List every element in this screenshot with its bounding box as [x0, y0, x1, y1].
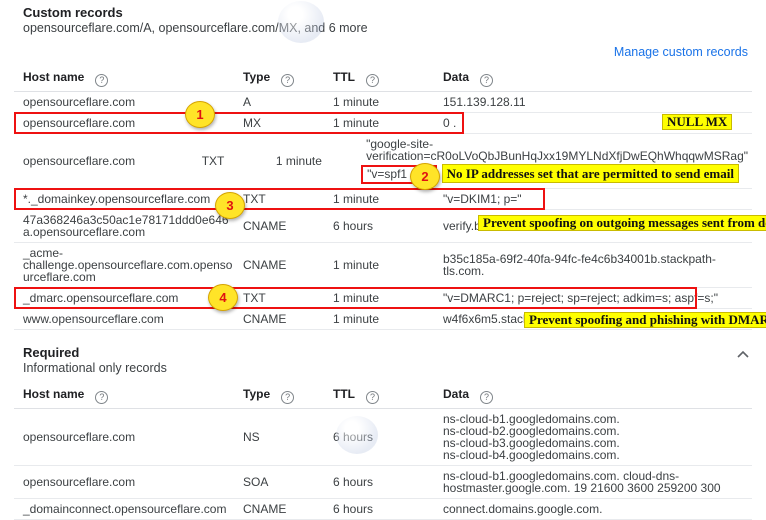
callout-marker-2: 2 — [410, 163, 440, 190]
data-cell: b35c185a-69f2-40fa-94fc-fe4c6b34001b.sta… — [434, 253, 752, 277]
host-cell: _acme-challenge.opensourceflare.com.open… — [14, 247, 234, 283]
custom-table-header-row: Host name? Type? TTL? Data? — [14, 66, 752, 92]
type-cell: TXT — [234, 193, 324, 205]
ttl-cell: 6 hours — [324, 220, 434, 232]
table-row-dmarc-record: 4 _dmarc.opensourceflare.com TXT 1 minut… — [14, 288, 752, 309]
data-cell: "v=DMARC1; p=reject; sp=reject; adkim=s;… — [434, 292, 752, 304]
host-cell: _dmarc.opensourceflare.com — [14, 292, 234, 304]
data-cell: ns-cloud-b1.googledomains.com. ns-cloud-… — [434, 413, 752, 461]
dkim-note-highlight: Prevent spoofing on outgoing messages se… — [478, 215, 766, 231]
ns-value: ns-cloud-b4.googledomains.com. — [443, 449, 748, 461]
data-cell: "v=DKIM1; p=" — [434, 193, 752, 205]
section-title: Custom records — [23, 5, 748, 21]
section-subtitle: Informational only records — [23, 361, 748, 376]
host-cell: *._domainkey.opensourceflare.com — [14, 193, 234, 205]
txt-verification-value: "google-site-verification=cR0oLVoQbJBunH… — [366, 138, 748, 162]
column-header-host-name: Host name? — [14, 71, 234, 87]
column-header-data: Data? — [434, 388, 752, 404]
ttl-cell: 6 hours — [324, 431, 434, 443]
type-cell: CNAME — [234, 503, 324, 515]
manage-link-row: Manage custom records — [0, 36, 766, 66]
type-cell: A — [234, 96, 324, 108]
column-header-type: Type? — [234, 70, 324, 87]
ttl-cell: 1 minute — [324, 259, 434, 271]
data-cell: connect.domains.google.com. — [434, 503, 752, 515]
spf-note-highlight: No IP addresses set that are permitted t… — [442, 164, 739, 183]
data-cell: ns-cloud-b1.googledomains.com. cloud-dns… — [434, 470, 752, 494]
type-cell: TXT — [234, 292, 324, 304]
required-table-header-row: Host name? Type? TTL? Data? — [14, 383, 752, 409]
column-header-ttl: TTL? — [324, 387, 434, 404]
callout-marker-1: 1 — [185, 101, 215, 128]
section-title: Required — [23, 345, 748, 361]
column-header-type: Type? — [234, 387, 324, 404]
type-cell: SOA — [234, 476, 324, 488]
ttl-cell: 1 minute — [324, 96, 434, 108]
help-icon[interactable]: ? — [366, 391, 379, 404]
null-mx-highlight: NULL MX — [662, 114, 732, 130]
required-section-header: Required Informational only records — [0, 340, 766, 376]
custom-records-table: Host name? Type? TTL? Data? opensourcefl… — [14, 66, 752, 330]
table-row-txt-spf-record: 2 opensourceflare.com TXT 1 minute "goog… — [14, 134, 752, 189]
type-cell: MX — [234, 117, 324, 129]
host-cell: 47a368246a3c50ac1e78171ddd0e646a.opensou… — [14, 214, 234, 238]
manage-custom-records-link[interactable]: Manage custom records — [614, 45, 748, 59]
help-icon[interactable]: ? — [480, 74, 493, 87]
help-icon[interactable]: ? — [366, 74, 379, 87]
collapse-chevron-icon[interactable] — [736, 346, 754, 360]
ttl-cell: 1 minute — [324, 292, 434, 304]
help-icon[interactable]: ? — [95, 391, 108, 404]
host-cell: opensourceflare.com — [14, 476, 234, 488]
host-cell: _domainconnect.opensourceflare.com — [14, 503, 234, 515]
ttl-cell: 1 minute — [324, 313, 434, 325]
callout-marker-4: 4 — [208, 284, 238, 311]
type-cell: CNAME — [234, 313, 324, 325]
type-cell: TXT — [193, 155, 267, 167]
table-row-a-record: opensourceflare.com A 1 minute 151.139.1… — [14, 92, 752, 113]
table-row-dkim-record: 3 *._domainkey.opensourceflare.com TXT 1… — [14, 189, 752, 210]
ttl-cell: 1 minute — [324, 117, 434, 129]
ttl-cell: 1 minute — [267, 155, 357, 167]
help-icon[interactable]: ? — [281, 74, 294, 87]
help-icon[interactable]: ? — [95, 74, 108, 87]
type-cell: CNAME — [234, 220, 324, 232]
table-row-verification-cname-record: Prevent spoofing on outgoing messages se… — [14, 210, 752, 243]
table-row-ns-record: opensourceflare.com NS 6 hours ns-cloud-… — [14, 409, 752, 466]
ttl-cell: 1 minute — [324, 193, 434, 205]
required-records-table: Host name? Type? TTL? Data? opensourcefl… — [14, 383, 752, 520]
type-cell: NS — [234, 431, 324, 443]
ttl-cell: 6 hours — [324, 503, 434, 515]
table-row-www-cname-record: Prevent spoofing and phishing with DMARC… — [14, 309, 752, 330]
host-cell: opensourceflare.com — [14, 431, 234, 443]
host-cell: opensourceflare.com — [14, 155, 193, 167]
data-cell: 151.139.128.11 — [434, 96, 752, 108]
custom-records-section-header: Custom records opensourceflare.com/A, op… — [0, 0, 766, 36]
table-row-acme-challenge-record: _acme-challenge.opensourceflare.com.open… — [14, 243, 752, 288]
help-icon[interactable]: ? — [480, 391, 493, 404]
dmarc-note-highlight: Prevent spoofing and phishing with DMARC — [524, 312, 766, 328]
table-row-soa-record: opensourceflare.com SOA 6 hours ns-cloud… — [14, 466, 752, 499]
column-header-ttl: TTL? — [324, 70, 434, 87]
column-header-host-name: Host name? — [14, 388, 234, 404]
host-cell: www.opensourceflare.com — [14, 313, 234, 325]
table-row-mx-record: 1 NULL MX opensourceflare.com MX 1 minut… — [14, 113, 752, 134]
section-subtitle: opensourceflare.com/A, opensourceflare.c… — [23, 21, 748, 36]
ttl-cell: 6 hours — [324, 476, 434, 488]
callout-marker-3: 3 — [215, 192, 245, 219]
column-header-data: Data? — [434, 71, 752, 87]
type-cell: CNAME — [234, 259, 324, 271]
help-icon[interactable]: ? — [281, 391, 294, 404]
table-row-domainconnect-record: _domainconnect.opensourceflare.com CNAME… — [14, 499, 752, 520]
